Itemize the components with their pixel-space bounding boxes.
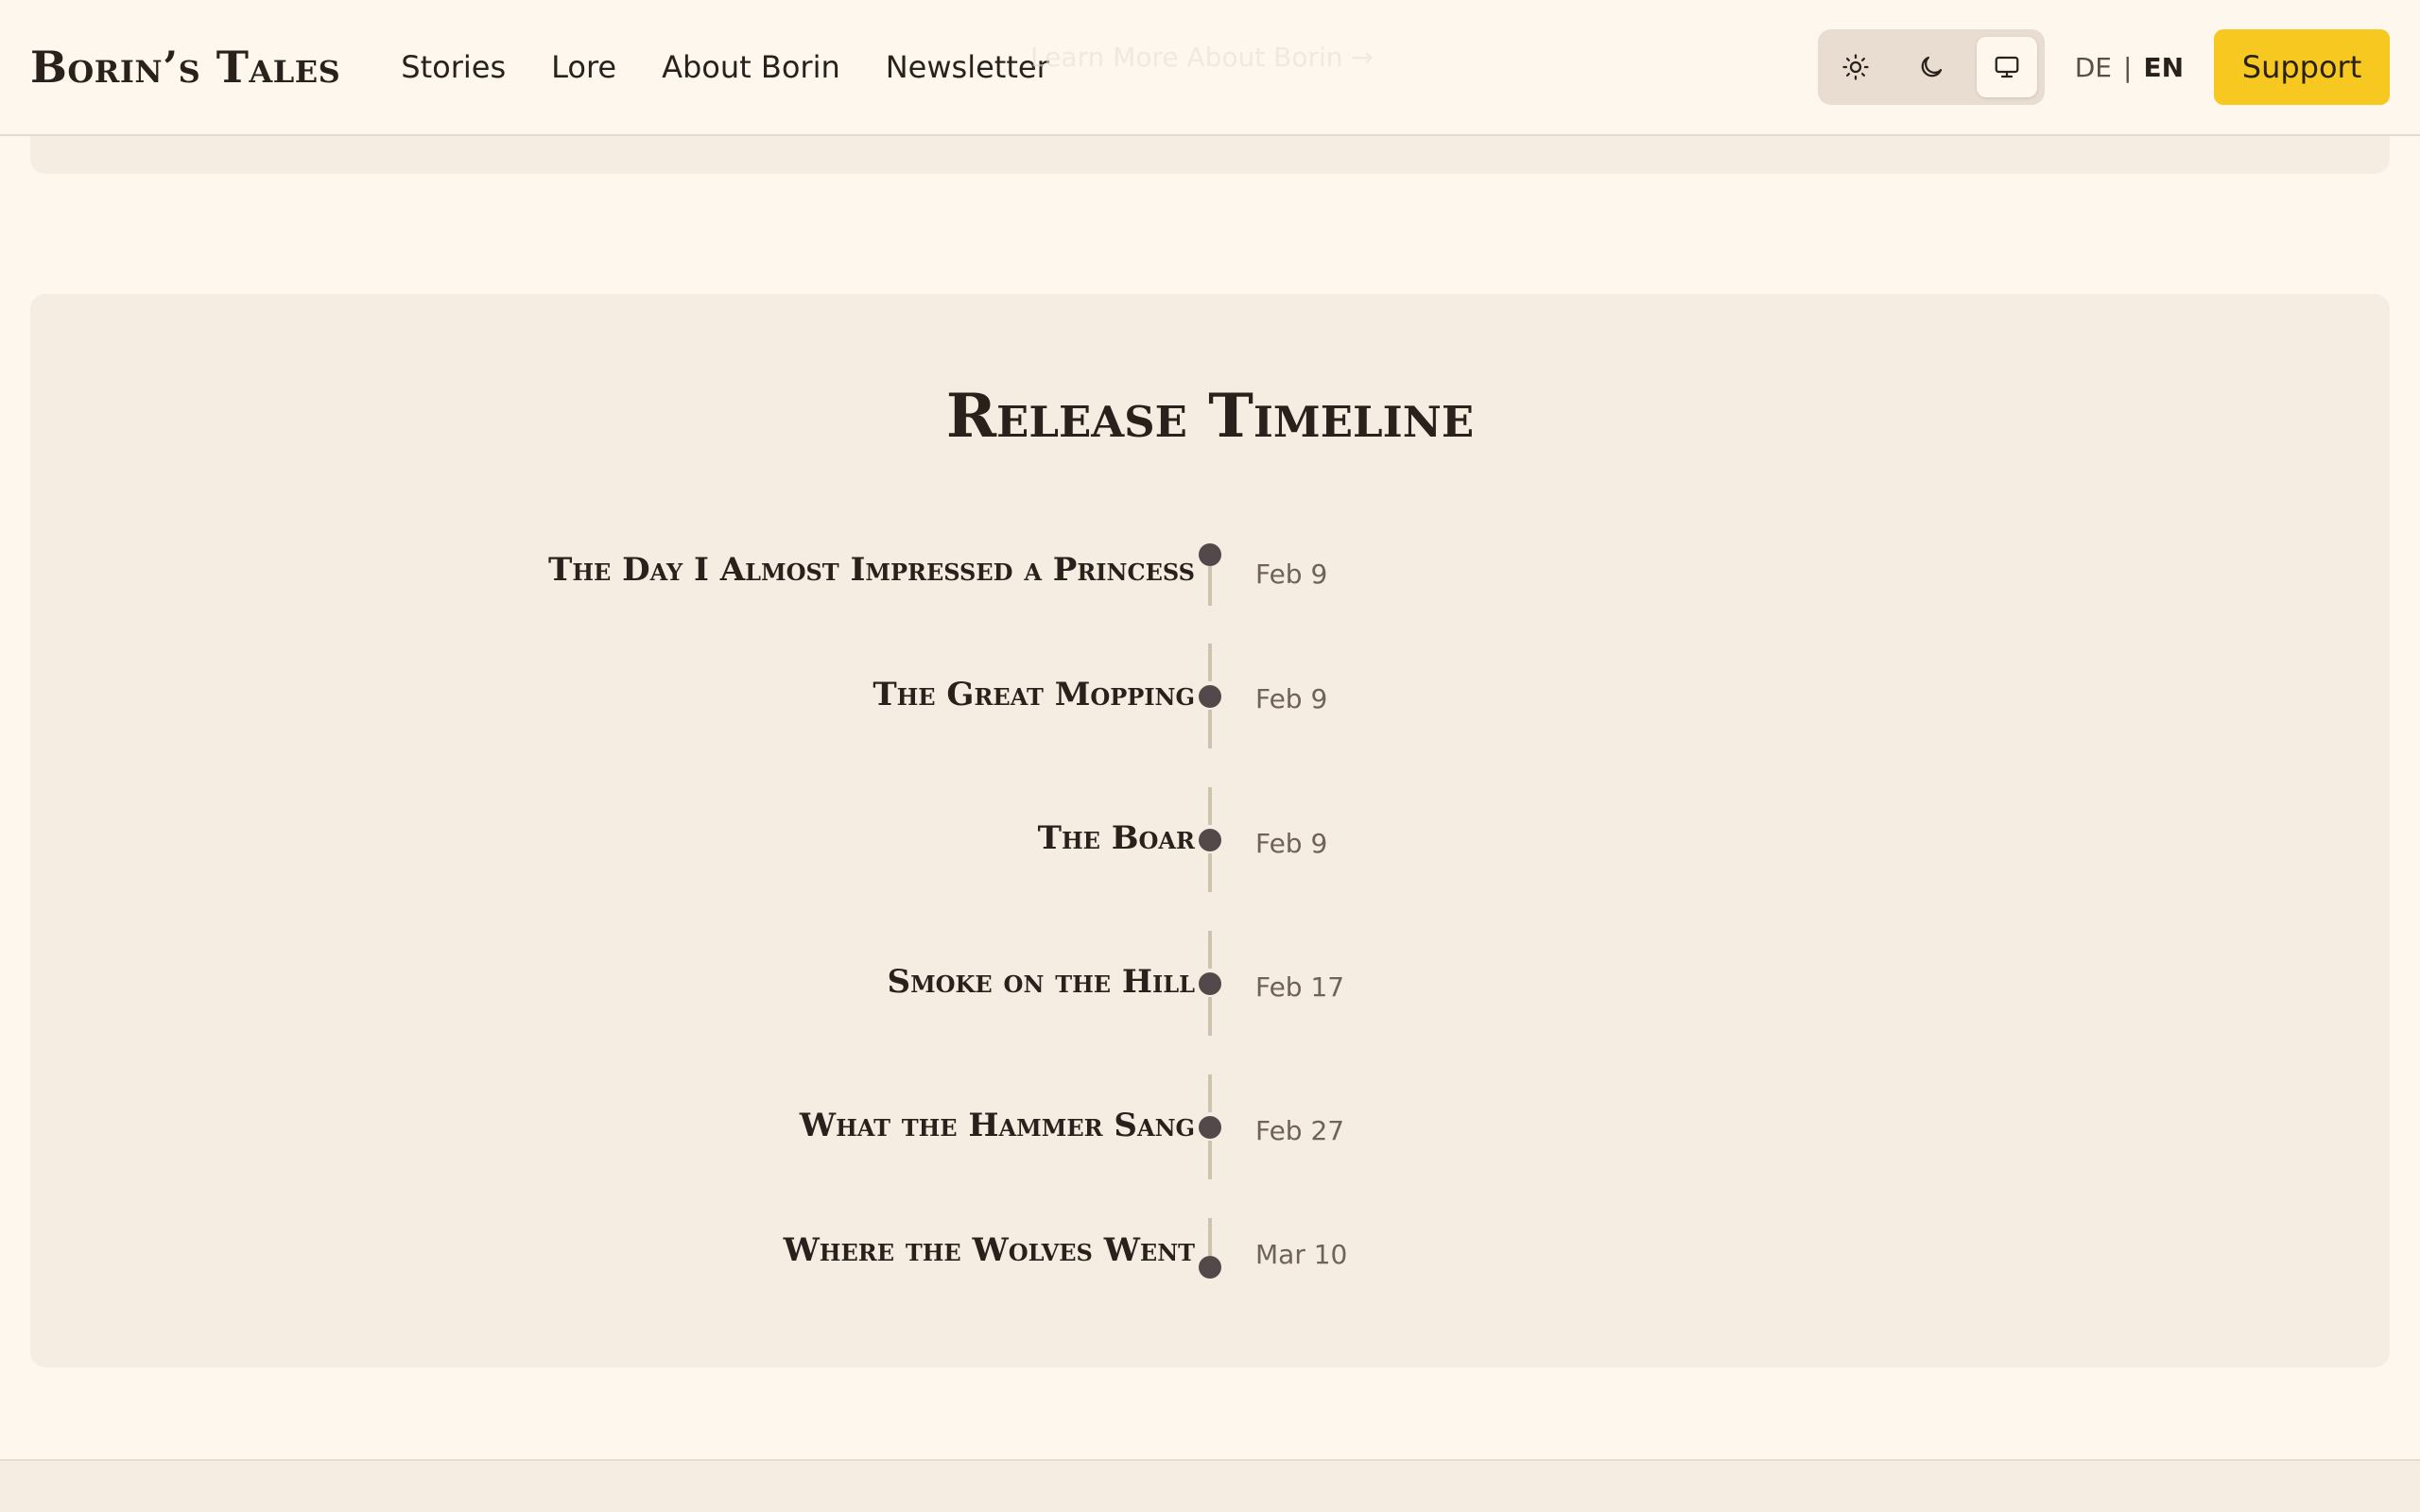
timeline-dot (1199, 1116, 1221, 1139)
lang-de[interactable]: DE (2075, 52, 2112, 83)
story-title[interactable]: Smoke on the Hill (888, 963, 1195, 1001)
nav-about-borin[interactable]: About Borin (662, 49, 840, 85)
timeline-item: The Boar Feb 9 (30, 778, 2390, 892)
site-header: Borin’s Tales Stories Lore About Borin N… (0, 0, 2420, 136)
story-title[interactable]: The Day I Almost Impressed a Princess (548, 551, 1195, 589)
timeline-line (1208, 644, 1212, 681)
timeline-line (1208, 787, 1212, 825)
timeline-dot (1199, 972, 1221, 995)
site-footer (0, 1459, 2420, 1512)
timeline-line (1208, 1074, 1212, 1112)
timeline-line (1208, 1141, 1212, 1179)
nav-newsletter[interactable]: Newsletter (886, 49, 1049, 85)
header-actions: DE | EN Support (1817, 29, 2390, 105)
monitor-icon (1995, 56, 2019, 78)
story-title[interactable]: Where the Wolves Went (784, 1231, 1195, 1269)
timeline-dot (1199, 1256, 1221, 1279)
lang-separator: | (2123, 51, 2133, 83)
story-title[interactable]: What the Hammer Sang (800, 1107, 1195, 1144)
timeline-line (1208, 1218, 1212, 1256)
timeline-dot (1199, 829, 1221, 851)
language-switcher: DE | EN (2075, 52, 2184, 83)
release-date: Feb 27 (1255, 1115, 1345, 1146)
timeline-item: The Great Mopping Feb 9 (30, 634, 2390, 748)
theme-light-button[interactable] (1825, 37, 1886, 97)
release-date: Feb 9 (1255, 558, 1328, 590)
theme-dark-button[interactable] (1901, 37, 1962, 97)
support-button[interactable]: Support (2214, 29, 2390, 105)
timeline-line (1208, 710, 1212, 748)
timeline-line (1208, 931, 1212, 969)
section-title: Release Timeline (945, 381, 1475, 452)
timeline-item: The Day I Almost Impressed a Princess Fe… (30, 521, 2390, 625)
moon-icon (1921, 56, 1942, 77)
timeline-item: Smoke on the Hill Feb 17 (30, 921, 2390, 1036)
nav-stories[interactable]: Stories (401, 49, 506, 85)
release-date: Feb 17 (1255, 971, 1345, 1003)
release-date: Mar 10 (1255, 1239, 1348, 1270)
theme-system-button[interactable] (1976, 37, 2037, 97)
release-timeline-section: Release Timeline The Day I Almost Impres… (30, 294, 2390, 1367)
timeline-dot (1199, 543, 1221, 566)
story-title[interactable]: The Great Mopping (873, 676, 1195, 713)
sun-icon (1842, 54, 1869, 80)
timeline-item: What the Hammer Sang Feb 27 (30, 1065, 2390, 1179)
timeline-dot (1199, 685, 1221, 708)
theme-switcher (1817, 29, 2045, 105)
timeline-line (1208, 997, 1212, 1036)
timeline-line (1208, 566, 1212, 606)
release-date: Feb 9 (1255, 683, 1328, 714)
timeline-line (1208, 853, 1212, 892)
site-logo[interactable]: Borin’s Tales (30, 42, 340, 93)
timeline-item: Where the Wolves Went Mar 10 (30, 1209, 2390, 1313)
release-date: Feb 9 (1255, 828, 1328, 859)
main-nav: Stories Lore About Borin Newsletter (401, 49, 1048, 85)
nav-lore[interactable]: Lore (551, 49, 616, 85)
story-title[interactable]: The Boar (1038, 819, 1195, 857)
lang-en[interactable]: EN (2143, 52, 2184, 83)
